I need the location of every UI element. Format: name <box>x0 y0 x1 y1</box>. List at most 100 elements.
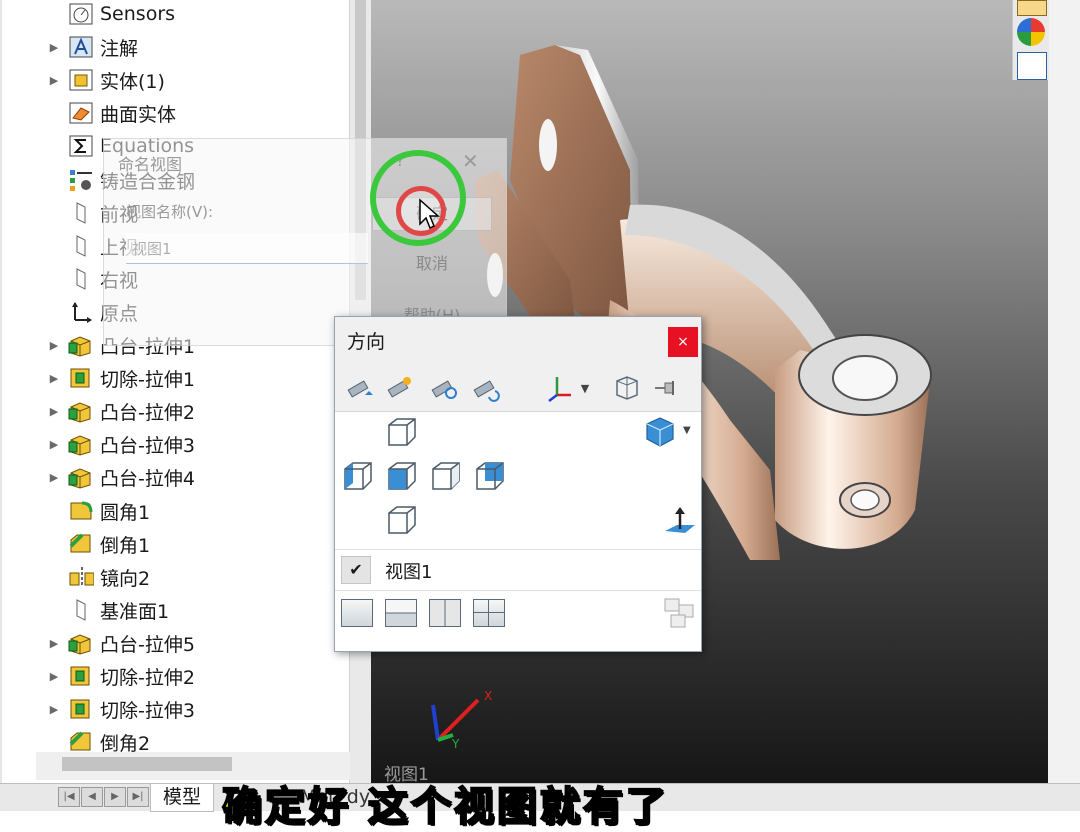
close-button[interactable]: × <box>668 327 698 357</box>
bottom-view-icon[interactable] <box>385 503 419 537</box>
back-view-icon[interactable] <box>473 459 507 493</box>
chevron-down-icon[interactable]: ▼ <box>577 371 593 405</box>
isometric-view-icon[interactable] <box>643 415 677 449</box>
tree-item-label: Sensors <box>100 3 176 25</box>
expand-arrow-icon[interactable]: ▶ <box>40 372 68 385</box>
tree-item-label: 凸台-拉伸5 <box>100 633 195 656</box>
last-tab-arrow-icon[interactable]: ▶| <box>127 787 149 807</box>
scroll-thumb[interactable] <box>62 757 232 771</box>
new-view-icon[interactable] <box>343 371 377 405</box>
tree-item-label: 凸台-拉伸2 <box>100 401 195 424</box>
plane-icon <box>68 201 94 225</box>
design-library-icon[interactable] <box>1017 0 1047 16</box>
task-pane-toolbar <box>1012 0 1049 80</box>
two-viewport-horizontal-icon[interactable] <box>385 599 417 627</box>
tree-item[interactable]: 倒角1 <box>40 529 150 559</box>
svg-text:Y: Y <box>451 737 460 751</box>
expand-arrow-icon[interactable]: ▶ <box>40 74 68 87</box>
chevron-down-icon[interactable]: ▼ <box>683 425 691 436</box>
tree-item[interactable]: 基准面1 <box>40 595 169 625</box>
view-selector-triad-icon[interactable] <box>541 371 575 405</box>
expand-arrow-icon[interactable]: ▶ <box>40 471 68 484</box>
cut-extrude-icon <box>68 366 94 390</box>
tree-item[interactable]: ▶ 实体(1) <box>40 65 165 95</box>
next-tab-arrow-icon[interactable]: ▶ <box>104 787 126 807</box>
pin-icon[interactable] <box>649 371 683 405</box>
reset-views-icon[interactable] <box>427 371 461 405</box>
tree-item[interactable]: 曲面实体 <box>40 98 176 128</box>
tree-item[interactable]: ▶ 切除-拉伸2 <box>40 661 195 691</box>
link-views-icon[interactable] <box>661 595 697 631</box>
undo-view-icon[interactable] <box>469 371 503 405</box>
expand-arrow-icon[interactable]: ▶ <box>40 703 68 716</box>
front-view-icon[interactable] <box>385 459 419 493</box>
prev-tab-arrow-icon[interactable]: ◀ <box>81 787 103 807</box>
checkbox[interactable]: ✔ <box>341 556 371 584</box>
view-selector-cube-icon[interactable] <box>609 371 643 405</box>
two-viewport-vertical-icon[interactable] <box>429 599 461 627</box>
tree-item-label: 切除-拉伸2 <box>100 666 195 689</box>
video-subtitle: 确定好 这个视图就有了 <box>221 783 669 831</box>
tree-item-label: 镜向2 <box>100 567 151 590</box>
tree-item[interactable]: ▶ 凸台-拉伸3 <box>40 429 195 459</box>
tree-item[interactable]: ▶ 切除-拉伸3 <box>40 694 195 724</box>
tree-item[interactable]: 镜向2 <box>40 562 150 592</box>
equations-icon <box>68 134 94 158</box>
tree-item-label: 凸台-拉伸4 <box>100 467 195 490</box>
plane-icon <box>68 598 94 622</box>
tree-item[interactable]: ▶ 切除-拉伸1 <box>40 363 195 393</box>
tree-item-label: 曲面实体 <box>100 103 177 126</box>
expand-arrow-icon[interactable]: ▶ <box>40 637 68 650</box>
normal-to-icon[interactable] <box>663 505 697 539</box>
tree-item[interactable]: 圆角1 <box>40 496 150 526</box>
tree-item-label: 实体(1) <box>100 70 165 93</box>
tree-item-label: 倒角1 <box>100 534 151 557</box>
first-tab-arrow-icon[interactable]: |◀ <box>58 787 80 807</box>
cancel-button[interactable]: 取消 <box>372 247 492 281</box>
expand-arrow-icon[interactable]: ▶ <box>40 670 68 683</box>
tree-item[interactable]: ▶ 凸台-拉伸2 <box>40 396 195 426</box>
tree-item[interactable]: ▶ 注解 <box>40 32 138 62</box>
orientation-dialog: 方向 × ▼ ▼ ✔ 视图1 <box>334 316 702 652</box>
view-palette-icon[interactable] <box>1017 52 1047 80</box>
view-name-label: 视图名称(V): <box>126 203 214 221</box>
plane-icon <box>68 234 94 258</box>
right-edge-bar <box>1048 0 1080 810</box>
tab-model[interactable]: 模型 <box>150 784 215 812</box>
single-viewport-icon[interactable] <box>341 599 373 627</box>
tree-item[interactable]: Sensors <box>40 0 175 29</box>
annotations-icon <box>68 35 94 59</box>
four-viewport-icon[interactable] <box>473 599 505 627</box>
expand-arrow-icon[interactable]: ▶ <box>40 41 68 54</box>
view-name-input[interactable] <box>126 233 368 264</box>
chamfer-icon <box>68 730 94 754</box>
boss-extrude-icon <box>68 333 94 357</box>
expand-arrow-icon[interactable]: ▶ <box>40 405 68 418</box>
tree-item-label: 注解 <box>100 37 139 60</box>
cut-extrude-icon <box>68 664 94 688</box>
dialog-header: 方向 × <box>335 317 701 366</box>
close-icon[interactable]: ✕ <box>462 149 479 173</box>
expand-arrow-icon[interactable]: ▶ <box>40 438 68 451</box>
svg-text:X: X <box>484 689 492 703</box>
left-view-icon[interactable] <box>341 459 375 493</box>
tab-navigation-arrows: |◀ ◀ ▶ ▶| <box>58 787 150 807</box>
cut-extrude-icon <box>68 697 94 721</box>
tree-item-label: 基准面1 <box>100 600 170 623</box>
tree-item-label: 凸台-拉伸3 <box>100 434 195 457</box>
tree-item-label: 切除-拉伸3 <box>100 699 195 722</box>
expand-arrow-icon[interactable]: ▶ <box>40 339 68 352</box>
top-view-icon[interactable] <box>385 415 419 449</box>
right-view-icon[interactable] <box>429 459 463 493</box>
tree-item[interactable]: ▶ 凸台-拉伸4 <box>40 462 195 492</box>
custom-view-row[interactable]: ✔ 视图1 <box>335 549 701 591</box>
coordinate-triad: X Y <box>431 689 492 751</box>
sensors-icon <box>68 2 94 26</box>
appearances-icon[interactable] <box>1017 18 1045 46</box>
mouse-cursor-icon <box>419 198 440 230</box>
fillet-icon <box>68 499 94 523</box>
mirror-icon <box>68 565 94 589</box>
update-view-icon[interactable] <box>383 371 417 405</box>
material-icon <box>68 168 94 192</box>
tree-item[interactable]: ▶ 凸台-拉伸5 <box>40 628 195 658</box>
